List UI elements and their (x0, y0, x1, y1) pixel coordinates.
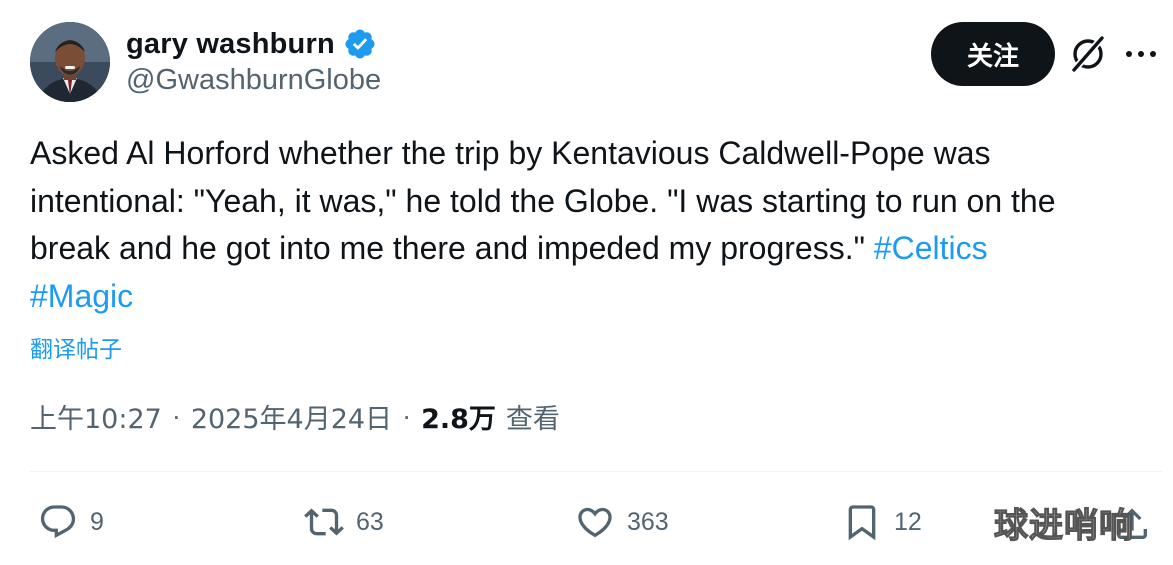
translate-post-link[interactable]: 翻译帖子 (30, 330, 122, 364)
hashtag-magic[interactable]: #Magic (30, 278, 133, 314)
avatar[interactable] (30, 22, 110, 102)
tweet-text: Asked Al Horford whether the trip by Ken… (30, 130, 1160, 320)
repost-icon (304, 508, 344, 536)
heart-icon (578, 507, 612, 538)
reply-button[interactable]: 9 (38, 500, 104, 544)
reply-count: 9 (90, 507, 104, 536)
author-display-name[interactable]: gary washburn (126, 28, 335, 61)
views-label: 查看 (505, 404, 560, 435)
bookmark-button[interactable]: 12 (842, 500, 922, 544)
bookmark-count: 12 (894, 507, 922, 536)
author-handle[interactable]: @GwashburnGlobe (126, 64, 381, 97)
profile-photo (30, 22, 110, 102)
grok-icon[interactable] (1068, 34, 1108, 74)
more-dots-icon[interactable] (1124, 44, 1158, 64)
views-count[interactable]: 2.8万 (421, 397, 496, 436)
tweet-meta: 上午10:27 · 2025年4月24日 · 2.8万 查看 (30, 397, 560, 436)
author-name-row: gary washburn (126, 24, 377, 64)
divider (30, 471, 1162, 472)
verified-badge-icon[interactable] (343, 27, 377, 61)
bookmark-icon (848, 505, 876, 541)
tweet-time[interactable]: 上午10:27 (30, 397, 162, 436)
hashtag-celtics[interactable]: #Celtics (874, 230, 988, 266)
meta-separator: · (171, 401, 181, 431)
tweet-text-line: break and he got into me there and imped… (30, 230, 874, 266)
repost-button[interactable]: 63 (304, 500, 384, 544)
like-count: 363 (627, 507, 669, 536)
meta-separator: · (402, 401, 412, 431)
repost-count: 63 (356, 507, 384, 536)
like-button[interactable]: 363 (575, 500, 669, 544)
watermark-text: 球进哨响 (993, 505, 1134, 546)
tweet-text-line: Asked Al Horford whether the trip by Ken… (30, 135, 991, 171)
tweet-date[interactable]: 2025年4月24日 (191, 397, 392, 436)
tweet-text-line: intentional: "Yeah, it was," he told the… (30, 182, 1056, 219)
follow-button[interactable]: 关注 (931, 22, 1055, 86)
reply-icon (40, 505, 76, 539)
